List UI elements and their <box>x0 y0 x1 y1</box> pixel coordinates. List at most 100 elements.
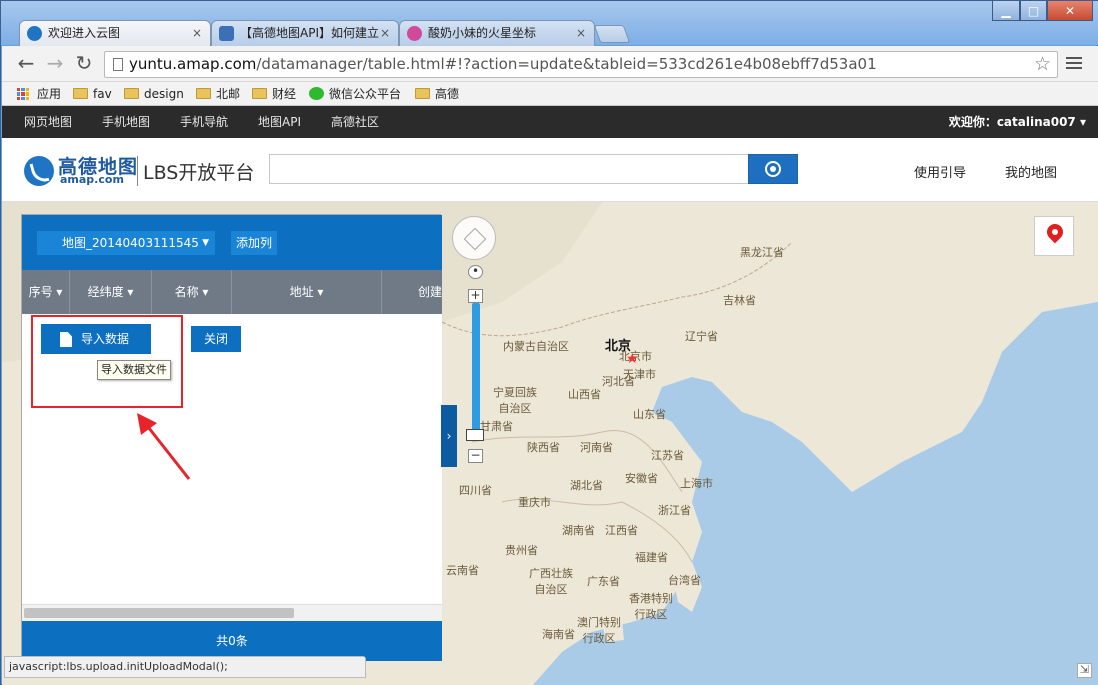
url-path: /datamanager/table.html#!?action=update&… <box>256 55 877 73</box>
page-icon <box>113 58 123 71</box>
province-label: 甘肃省 <box>480 420 513 433</box>
chrome-menu-icon[interactable] <box>1066 55 1082 71</box>
zoom-slider-handle[interactable] <box>466 429 484 441</box>
folder-icon <box>196 88 211 99</box>
locate-search-button[interactable] <box>748 154 798 184</box>
bookmark-fav[interactable]: fav <box>73 85 112 103</box>
map-select-dropdown[interactable]: 地图_20140403111545 ▼ <box>37 231 215 255</box>
province-label: 辽宁省 <box>685 330 718 343</box>
province-label: 山东省 <box>633 408 666 421</box>
blog-favicon-icon <box>219 26 234 41</box>
tab-title: 【高德地图API】如何建立 <box>240 26 379 40</box>
province-label: 湖北省 <box>570 479 603 492</box>
location-pin-button[interactable] <box>1034 216 1074 256</box>
scrollbar-thumb[interactable] <box>24 608 294 618</box>
back-button[interactable]: ← <box>14 52 38 76</box>
bookmark-label: 应用 <box>37 87 62 101</box>
amap-logo-icon[interactable] <box>24 156 54 186</box>
province-label: 广西壮族自治区 <box>529 567 573 596</box>
guide-link[interactable]: 使用引导 <box>914 162 966 181</box>
logo-domain: amap.com <box>60 173 124 186</box>
tab-title: 酸奶小妹的火星坐标 <box>428 26 537 40</box>
bookmark-beiyou[interactable]: 北邮 <box>196 85 240 103</box>
nav-mobile-map[interactable]: 手机地图 <box>102 106 150 138</box>
bookmark-apps[interactable]: 应用 <box>17 85 61 103</box>
bookmark-design[interactable]: design <box>124 85 184 103</box>
column-header-coords[interactable]: 经纬度 ▾ <box>70 270 152 314</box>
table-header: 序号 ▾ 经纬度 ▾ 名称 ▾ 地址 ▾ 创建 <box>22 270 442 314</box>
reload-button[interactable]: ↻ <box>72 52 96 76</box>
folder-icon <box>415 88 430 99</box>
column-header-created[interactable]: 创建 <box>382 270 442 314</box>
address-bar[interactable]: yuntu.amap.com/datamanager/table.html#!?… <box>104 51 1058 78</box>
province-label: 福建省 <box>635 551 668 564</box>
user-menu[interactable]: 欢迎你：catalina007 ▾ <box>949 106 1086 138</box>
column-header-name[interactable]: 名称 ▾ <box>152 270 232 314</box>
browser-toolbar: ← → ↻ yuntu.amap.com/datamanager/table.h… <box>2 46 1098 82</box>
bookmark-star-icon[interactable]: ☆ <box>1034 52 1051 77</box>
pan-control[interactable] <box>452 216 496 260</box>
heart-favicon-icon <box>407 26 422 41</box>
lbs-platform-title: LBS开放平台 <box>143 162 255 184</box>
bookmark-label: 财经 <box>272 87 297 101</box>
close-button[interactable]: 关闭 <box>191 326 241 352</box>
bookmark-wechat[interactable]: 微信公众平台 <box>309 85 401 103</box>
status-bar: javascript:lbs.upload.initUploadModal(); <box>4 656 366 678</box>
new-tab-button[interactable] <box>593 25 631 43</box>
forward-button[interactable]: → <box>43 52 67 76</box>
bookmark-finance[interactable]: 财经 <box>252 85 296 103</box>
folder-icon <box>124 88 139 99</box>
close-tab-icon[interactable]: × <box>380 21 390 45</box>
bookmark-label: design <box>144 87 184 101</box>
zoom-in-button[interactable]: + <box>468 289 483 303</box>
capital-star-icon: ★ <box>626 351 639 367</box>
welcome-text: 欢迎你：catalina007 <box>948 115 1076 129</box>
close-window-button[interactable]: ✕ <box>1047 1 1093 21</box>
nav-web-map[interactable]: 网页地图 <box>24 106 72 138</box>
annotation-arrow-icon <box>137 413 191 480</box>
province-label: 四川省 <box>459 484 492 497</box>
add-column-button[interactable]: 添加列 <box>231 231 278 255</box>
zoom-out-button[interactable]: − <box>468 449 483 463</box>
record-count: 共0条 <box>22 621 442 661</box>
tab-amap-api[interactable]: 【高德地图API】如何建立 × <box>211 20 399 46</box>
map-name: 地图_20140403111545 <box>62 236 199 250</box>
province-label: 宁夏回族自治区 <box>493 386 537 415</box>
close-tab-icon[interactable]: × <box>192 21 202 45</box>
tab-yuntu[interactable]: 欢迎进入云图 × <box>19 20 211 46</box>
tab-mars-coord[interactable]: 酸奶小妹的火星坐标 × <box>399 20 595 46</box>
horizontal-scrollbar[interactable] <box>22 604 442 621</box>
maximize-button[interactable]: □ <box>1020 1 1047 21</box>
highlight-box <box>31 315 183 408</box>
panel-toolbar: 地图_20140403111545 ▼ 添加列 <box>22 215 442 270</box>
column-header-address[interactable]: 地址 ▾ <box>232 270 382 314</box>
province-label: 台湾省 <box>668 574 701 587</box>
province-label: 内蒙古自治区 <box>503 340 569 353</box>
data-panel: 地图_20140403111545 ▼ 添加列 序号 ▾ 经纬度 ▾ 名称 ▾ … <box>21 214 442 661</box>
province-label: 云南省 <box>446 564 479 577</box>
province-label: 澳门特别行政区 <box>577 616 621 645</box>
province-label: 浙江省 <box>658 504 691 517</box>
column-header-index[interactable]: 序号 ▾ <box>22 270 70 314</box>
tab-title: 欢迎进入云图 <box>48 26 121 40</box>
amap-favicon-icon <box>27 26 42 41</box>
nav-mobile-navi[interactable]: 手机导航 <box>180 106 228 138</box>
province-label: 贵州省 <box>505 544 538 557</box>
bookmark-gaode[interactable]: 高德 <box>415 85 459 103</box>
zoom-slider[interactable] <box>472 303 480 441</box>
collapse-panel-button[interactable]: › <box>441 405 457 467</box>
province-label: 上海市 <box>680 477 713 490</box>
resize-corner-icon[interactable]: ⇲ <box>1077 663 1092 678</box>
bookmark-label: fav <box>93 87 112 101</box>
bookmark-label: 高德 <box>435 87 460 101</box>
chevron-down-icon: ▾ <box>1079 115 1086 129</box>
province-label: 江苏省 <box>651 449 684 462</box>
search-input[interactable] <box>269 154 749 184</box>
nav-community[interactable]: 高德社区 <box>331 106 379 138</box>
minimize-button[interactable]: ▁ <box>992 1 1020 21</box>
nav-map-api[interactable]: 地图API <box>258 106 301 138</box>
close-tab-icon[interactable]: × <box>576 21 586 45</box>
province-label: 广东省 <box>587 575 620 588</box>
zoom-reset-button[interactable]: • <box>468 265 483 279</box>
my-maps-link[interactable]: 我的地图 <box>1005 162 1057 181</box>
